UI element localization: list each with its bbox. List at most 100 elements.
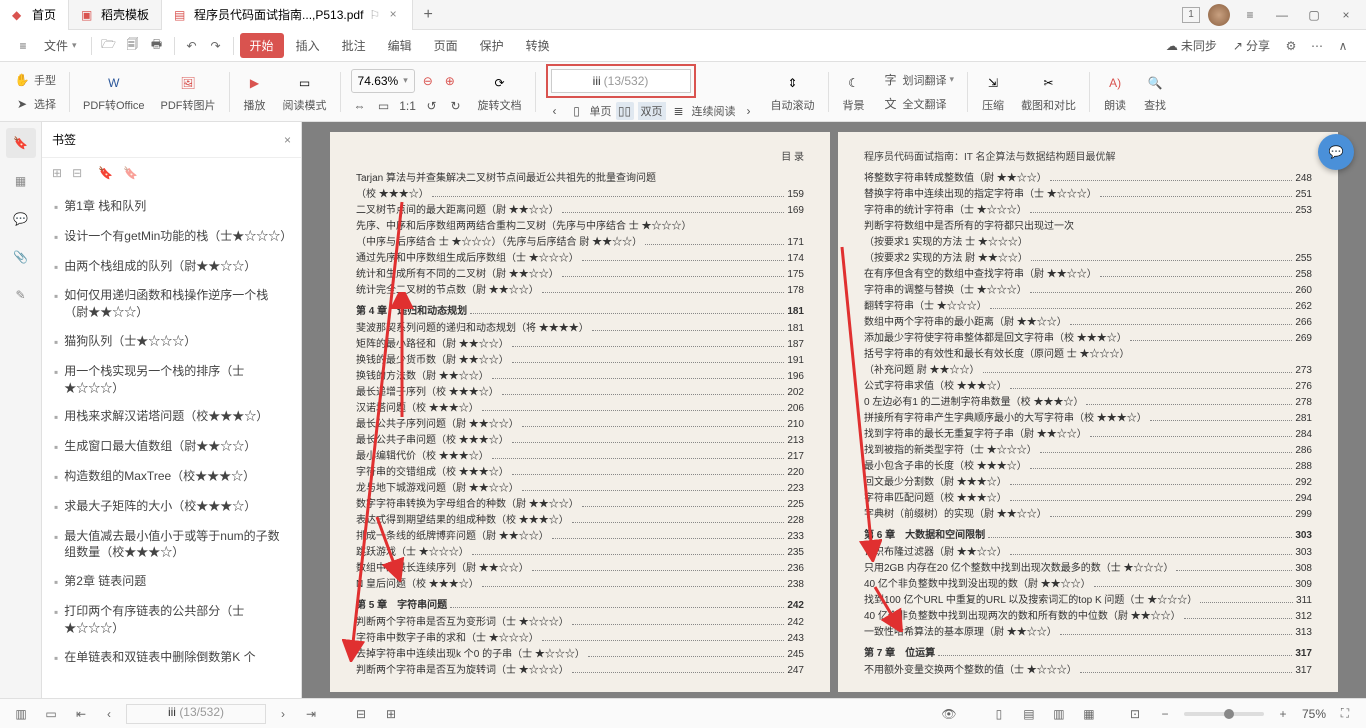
bookmark-item[interactable]: ▪最大值减去最小值小于或等于num的子数组数量（校★★★☆） [50,522,293,568]
next-icon[interactable]: › [272,703,294,725]
print-icon[interactable]: 🖶 [146,35,168,57]
first-page-icon[interactable]: ⇤ [70,703,92,725]
menu-annotate[interactable]: 批注 [332,33,376,58]
bookmark-item[interactable]: ▪在单链表和双链表中删除倒数第K 个 [50,643,293,673]
fit-page-icon[interactable]: ▭ [375,97,393,115]
bookmark-item[interactable]: ▪如何仅用递归函数和栈操作逆序一个栈（尉★★☆☆） [50,281,293,327]
word-translate-button[interactable]: 字划词翻译▾ [882,71,955,89]
thumbnails-tab[interactable]: ▦ [6,166,36,196]
nav-fwd-icon[interactable]: ⊞ [380,703,402,725]
status-page-input[interactable]: iii (13/532) [126,704,266,724]
expand-all-icon[interactable]: ⊞ [52,166,62,180]
menu-convert[interactable]: 转换 [516,33,560,58]
bookmark-item[interactable]: ▪第1章 栈和队列 [50,192,293,222]
select-icon[interactable]: ➤ [13,95,31,113]
fit-width-icon[interactable]: ⇔ [351,97,369,115]
attachments-tab[interactable]: 📎 [6,242,36,272]
bookmark-outline-icon[interactable]: 🔖 [123,166,138,180]
bookmark-item[interactable]: ▪猫狗队列（士★☆☆☆） [50,327,293,357]
pdf-to-office-button[interactable]: WPDF转Office [80,71,148,113]
view-double-icon[interactable]: ▥ [1048,703,1070,725]
close-window-icon[interactable]: × [1334,3,1358,27]
panel-close-icon[interactable]: × [284,133,291,147]
signatures-tab[interactable]: ✎ [6,280,36,310]
single-page-icon[interactable]: ▯ [568,102,586,120]
fullscreen-icon[interactable]: ⛶ [1334,703,1356,725]
rotate-left-icon[interactable]: ↺ [423,97,441,115]
zoom-in-status-icon[interactable]: + [1272,703,1294,725]
tab-home[interactable]: ◆首页 [0,0,69,30]
pdf-to-image-button[interactable]: 🖼PDF转图片 [158,71,219,113]
nav-back-icon[interactable]: ⊟ [350,703,372,725]
menu-start[interactable]: 开始 [240,33,284,58]
tab-pin-icon[interactable]: ⚐ [369,8,380,22]
assistant-fab[interactable]: 💬 [1318,134,1354,170]
settings-icon[interactable]: ⚙ [1280,35,1302,57]
prev-page-icon[interactable]: ‹ [546,102,564,120]
continuous-icon[interactable]: ≣ [670,102,688,120]
hand-icon[interactable]: ✋ [13,71,31,89]
redo-icon[interactable]: ↷ [205,35,227,57]
zoom-out-status-icon[interactable]: − [1154,703,1176,725]
open-icon[interactable]: 🗁 [98,35,120,57]
auto-scroll-button[interactable]: ⇕自动滚动 [768,71,818,113]
share-button[interactable]: ↗ 分享 [1227,35,1276,56]
sync-status[interactable]: ☁ 未同步 [1160,35,1223,56]
find-button[interactable]: 🔍查找 [1140,71,1170,113]
double-page-icon[interactable]: ▯▯ [616,102,634,120]
zoom-out-icon[interactable]: ⊖ [419,72,437,90]
status-sidebar-icon[interactable]: ▥ [10,703,32,725]
menu-icon[interactable]: ≡ [1238,3,1262,27]
zoom-dropdown[interactable]: 74.63%▾ [351,69,415,93]
play-button[interactable]: ▶播放 [240,71,270,113]
bookmark-item[interactable]: ▪用一个栈实现另一个栈的排序（士★☆☆☆） [50,357,293,403]
bookmark-item[interactable]: ▪用栈来求解汉诺塔问题（校★★★☆） [50,402,293,432]
next-page-icon[interactable]: › [740,102,758,120]
prev-icon[interactable]: ‹ [98,703,120,725]
bookmark-item[interactable]: ▪由两个栈组成的队列（尉★★☆☆） [50,252,293,282]
bookmark-item[interactable]: ▪生成窗口最大值数组（尉★★☆☆） [50,432,293,462]
view-grid-icon[interactable]: ▦ [1078,703,1100,725]
minimize-icon[interactable]: — [1270,3,1294,27]
bookmark-item[interactable]: ▪设计一个有getMin功能的栈（士★☆☆☆） [50,222,293,252]
menu-edit[interactable]: 编辑 [378,33,422,58]
add-tab-button[interactable]: + [413,6,443,24]
read-mode-button[interactable]: ▭阅读模式 [280,71,330,113]
tab-template[interactable]: ▣稻壳模板 [69,0,162,30]
view-cont-icon[interactable]: ▤ [1018,703,1040,725]
bookmark-item[interactable]: ▪第2章 链表问题 [50,567,293,597]
close-icon[interactable]: × [386,8,400,22]
collapse-all-icon[interactable]: ⊟ [72,166,82,180]
maximize-icon[interactable]: ▢ [1302,3,1326,27]
file-menu[interactable]: 文件 ▾ [36,35,85,56]
fit-icon[interactable]: ⊡ [1124,703,1146,725]
full-translate-button[interactable]: 文全文翻译 [882,95,947,113]
bookmark-item[interactable]: ▪构造数组的MaxTree（校★★★☆） [50,462,293,492]
hamburger-icon[interactable]: ≡ [12,35,34,57]
rotate-right-icon[interactable]: ↻ [447,97,465,115]
bookmark-item[interactable]: ▪求最大子矩阵的大小（校★★★☆） [50,492,293,522]
last-page-icon[interactable]: ⇥ [300,703,322,725]
crop-compare-button[interactable]: ✂截图和对比 [1018,71,1079,113]
avatar[interactable] [1208,4,1230,26]
menu-page[interactable]: 页面 [424,33,468,58]
rotate-doc-button[interactable]: ⟳旋转文档 [475,71,525,113]
undo-icon[interactable]: ↶ [181,35,203,57]
page-number-input[interactable]: iii(13/532) [551,69,691,93]
zoom-in-icon[interactable]: ⊕ [441,72,459,90]
status-thumbs-icon[interactable]: ▭ [40,703,62,725]
menu-protect[interactable]: 保护 [470,33,514,58]
bookmark-item[interactable]: ▪打印两个有序链表的公共部分（士★☆☆☆） [50,597,293,643]
add-bookmark-icon[interactable]: 🔖 [98,166,113,180]
window-mode-icon[interactable]: 1 [1182,7,1200,23]
read-aloud-button[interactable]: A)朗读 [1100,71,1130,113]
save-icon[interactable]: 🗐 [122,35,144,57]
zoom-slider[interactable] [1184,712,1264,716]
background-button[interactable]: ☾背景 [839,71,869,113]
eye-icon[interactable]: 👁 [938,703,960,725]
actual-size-icon[interactable]: 1:1 [399,97,417,115]
tab-document[interactable]: ▤程序员代码面试指南...,P513.pdf⚐× [162,0,413,30]
menu-insert[interactable]: 插入 [286,33,330,58]
view-single-icon[interactable]: ▯ [988,703,1010,725]
comments-tab[interactable]: 💬 [6,204,36,234]
